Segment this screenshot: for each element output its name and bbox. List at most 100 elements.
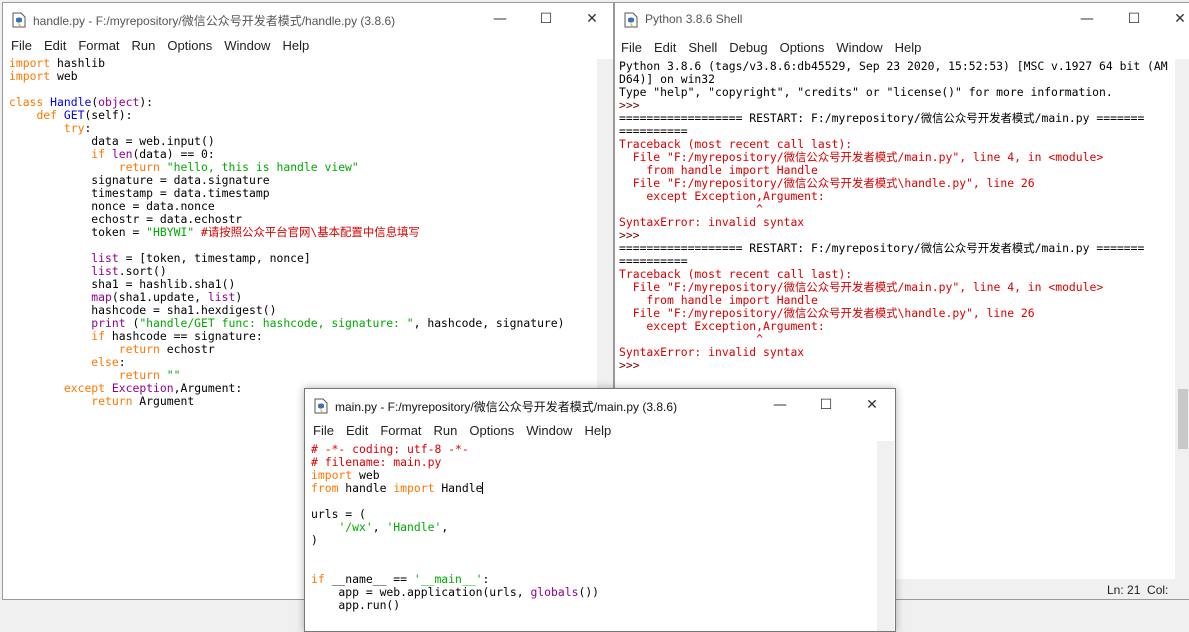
code-token: except Exception,Argument: bbox=[619, 319, 825, 333]
cursor-position: Ln: 21 Col: bbox=[1107, 583, 1169, 597]
code-token: ================== RESTART: F:/myreposit… bbox=[619, 111, 1145, 125]
menu-shell[interactable]: Shell bbox=[688, 40, 717, 55]
code-token: return bbox=[118, 368, 160, 382]
menu-format[interactable]: Format bbox=[78, 38, 119, 53]
maximize-icon[interactable]: ☐ bbox=[1111, 3, 1157, 35]
vertical-scrollbar[interactable] bbox=[877, 441, 894, 631]
code-token: handle bbox=[338, 481, 394, 495]
code-token: if bbox=[311, 572, 325, 586]
maximize-icon[interactable]: ☐ bbox=[803, 389, 849, 421]
code-token: from handle import Handle bbox=[619, 293, 818, 307]
menu-help[interactable]: Help bbox=[895, 40, 922, 55]
scrollbar-thumb[interactable] bbox=[1178, 389, 1188, 449]
menu-help[interactable]: Help bbox=[282, 38, 309, 53]
title-bar[interactable]: handle.py - F:/myrepository/微信公众号开发者模式/h… bbox=[3, 3, 613, 35]
code-token: Type "help", "copyright", "credits" or "… bbox=[619, 85, 1113, 99]
menu-run[interactable]: Run bbox=[434, 423, 458, 438]
code-line: SyntaxError: invalid syntax bbox=[619, 346, 1179, 359]
menu-run[interactable]: Run bbox=[132, 38, 156, 53]
menu-window[interactable]: Window bbox=[526, 423, 572, 438]
python-file-icon bbox=[314, 398, 328, 414]
code-token: "" bbox=[166, 368, 181, 382]
code-token: if bbox=[91, 329, 106, 343]
code-token: ========== bbox=[619, 254, 688, 268]
code-token: , hashcode, signature) bbox=[413, 316, 565, 330]
code-token: File "F:/myrepository/微信公众号开发者模式\handle.… bbox=[619, 306, 1035, 320]
code-line: SyntaxError: invalid syntax bbox=[619, 216, 1179, 229]
code-token: 'Handle' bbox=[386, 520, 442, 534]
title-bar[interactable]: Python 3.8.6 Shell — ☐ ✕ bbox=[615, 3, 1189, 35]
menu-edit[interactable]: Edit bbox=[654, 40, 676, 55]
menu-debug[interactable]: Debug bbox=[729, 40, 767, 55]
code-token: except bbox=[63, 381, 106, 395]
menu-format[interactable]: Format bbox=[380, 423, 421, 438]
menu-help[interactable]: Help bbox=[584, 423, 611, 438]
code-token: list bbox=[91, 251, 119, 265]
code-token: import bbox=[311, 468, 353, 482]
menu-file[interactable]: File bbox=[11, 38, 32, 53]
code-token: (sha1.update, bbox=[111, 290, 208, 304]
minimize-icon[interactable]: — bbox=[757, 389, 803, 421]
code-text-area[interactable]: # -*- coding: utf-8 -*- # filename: main.… bbox=[311, 443, 871, 631]
code-token: ================== RESTART: F:/myreposit… bbox=[619, 241, 1145, 255]
code-token: (self): bbox=[84, 108, 133, 122]
code-token: echostr bbox=[159, 342, 215, 356]
code-line: from handle import Handle bbox=[311, 482, 871, 495]
code-token: signature = data.signature bbox=[9, 173, 270, 187]
menu-options[interactable]: Options bbox=[167, 38, 212, 53]
menu-window[interactable]: Window bbox=[836, 40, 882, 55]
close-icon[interactable]: ✕ bbox=[1157, 3, 1189, 35]
code-token: Traceback (most recent call last): bbox=[619, 137, 853, 151]
close-icon[interactable]: ✕ bbox=[569, 3, 613, 35]
code-token: echostr = data.echostr bbox=[9, 212, 243, 226]
title-bar[interactable]: main.py - F:/myrepository/微信公众号开发者模式/mai… bbox=[305, 389, 895, 421]
menu-bar: File Edit Format Run Options Window Help bbox=[3, 34, 613, 56]
code-line: >>> bbox=[619, 359, 1179, 372]
code-token: Exception bbox=[111, 381, 174, 395]
menu-options[interactable]: Options bbox=[469, 423, 514, 438]
code-token: class bbox=[9, 95, 44, 109]
close-icon[interactable]: ✕ bbox=[849, 389, 895, 421]
code-token: app.run() bbox=[311, 598, 401, 612]
code-token: ^ bbox=[619, 332, 764, 346]
code-line: ) bbox=[311, 534, 871, 547]
menu-file[interactable]: File bbox=[313, 423, 334, 438]
code-line: app.run() bbox=[311, 599, 871, 612]
code-token: list bbox=[91, 264, 119, 278]
code-token: "handle/GET func: hashcode, signature: " bbox=[139, 316, 414, 330]
code-token: hashcode = sha1.hexdigest() bbox=[9, 303, 277, 317]
menu-file[interactable]: File bbox=[621, 40, 642, 55]
maximize-icon[interactable]: ☐ bbox=[523, 3, 569, 35]
code-token: : bbox=[118, 355, 126, 369]
vertical-scrollbar[interactable] bbox=[1175, 59, 1189, 579]
python-file-icon bbox=[12, 12, 26, 28]
code-token: ( bbox=[125, 316, 140, 330]
menu-bar: File Edit Shell Debug Options Window Hel… bbox=[615, 36, 1189, 58]
code-token: ,Argument: bbox=[173, 381, 243, 395]
code-line: # filename: main.py bbox=[311, 456, 871, 469]
minimize-icon[interactable]: — bbox=[477, 3, 523, 35]
code-token: object bbox=[98, 95, 140, 109]
code-token: >>> bbox=[619, 228, 647, 242]
code-token: list bbox=[207, 290, 236, 304]
menu-window[interactable]: Window bbox=[224, 38, 270, 53]
menu-options[interactable]: Options bbox=[780, 40, 825, 55]
code-token: from bbox=[311, 481, 339, 495]
menu-edit[interactable]: Edit bbox=[44, 38, 66, 53]
menu-edit[interactable]: Edit bbox=[346, 423, 368, 438]
code-line: ================== RESTART: F:/myreposit… bbox=[619, 112, 1179, 125]
code-token: try bbox=[63, 121, 85, 135]
minimize-icon[interactable]: — bbox=[1064, 3, 1110, 35]
